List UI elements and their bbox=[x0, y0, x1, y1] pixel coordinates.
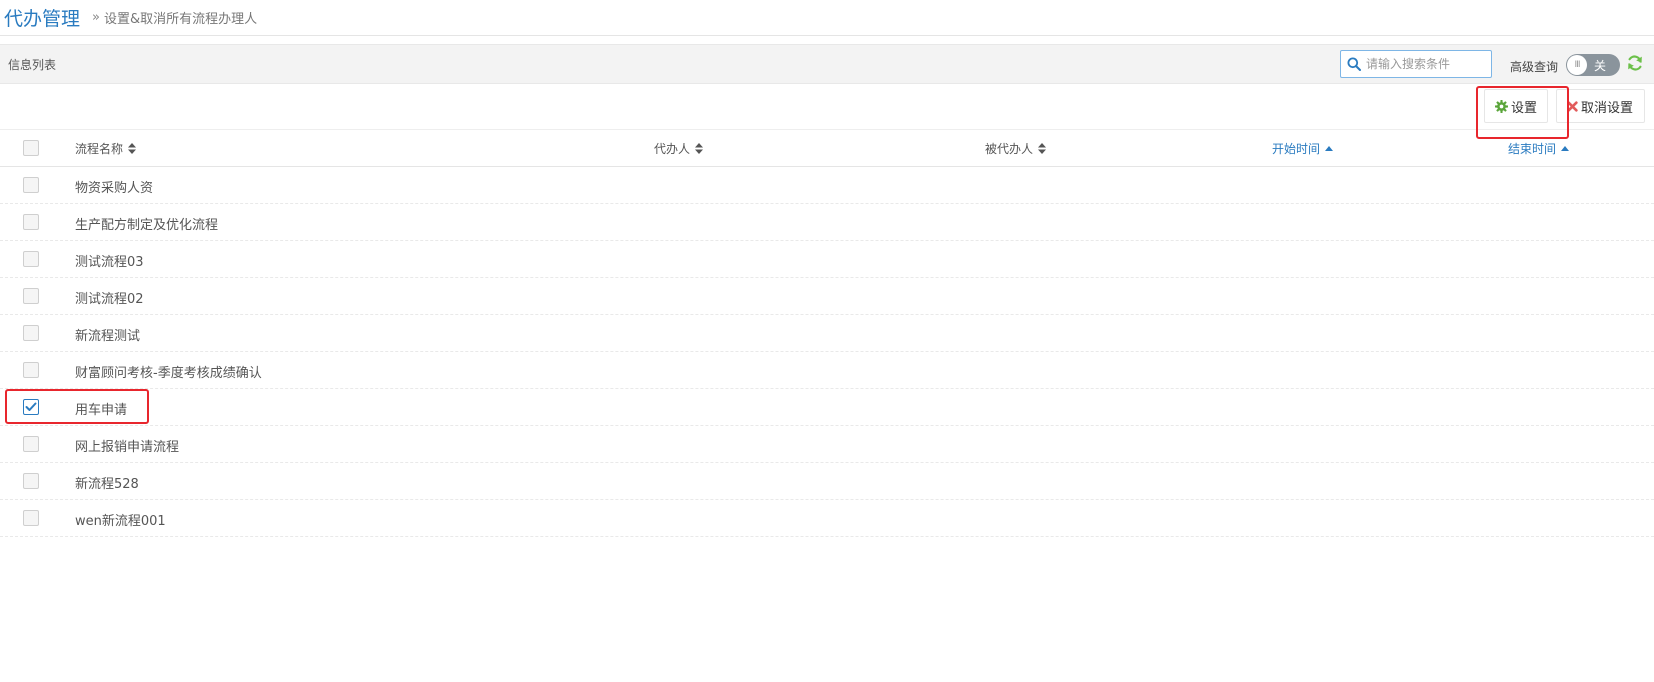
refresh-icon[interactable] bbox=[1626, 54, 1644, 72]
cancel-setting-button-label: 取消设置 bbox=[1581, 100, 1634, 116]
process-name: 用车申请 bbox=[75, 403, 128, 418]
row-checkbox[interactable] bbox=[23, 362, 39, 378]
close-icon bbox=[1567, 100, 1578, 112]
table-row[interactable]: 测试流程03 bbox=[0, 241, 1654, 278]
table-row[interactable]: 物资采购人资 bbox=[0, 167, 1654, 204]
table-row[interactable]: 新流程测试 bbox=[0, 315, 1654, 352]
column-label: 被代办人 bbox=[985, 142, 1034, 156]
column-header-start-time[interactable]: 开始时间 bbox=[1272, 140, 1334, 157]
set-button-label: 设置 bbox=[1511, 100, 1538, 116]
cancel-setting-button[interactable]: 取消设置 bbox=[1556, 89, 1645, 123]
row-checkbox[interactable] bbox=[23, 473, 39, 489]
column-label: 结束时间 bbox=[1508, 142, 1557, 156]
table-header: 流程名称 代办人 被代办人 开始时间 结束时间 bbox=[0, 130, 1654, 167]
column-header-process-name[interactable]: 流程名称 bbox=[75, 140, 137, 157]
search-box[interactable] bbox=[1340, 50, 1492, 78]
table-row[interactable]: 生产配方制定及优化流程 bbox=[0, 204, 1654, 241]
table-row-selected[interactable]: 用车申请 bbox=[0, 389, 1654, 426]
row-checkbox[interactable] bbox=[23, 177, 39, 193]
list-title: 信息列表 bbox=[8, 58, 57, 72]
row-checkbox[interactable] bbox=[23, 251, 39, 267]
breadcrumb-separator: » bbox=[92, 10, 100, 25]
process-name: 测试流程03 bbox=[75, 255, 144, 270]
sort-asc-icon bbox=[1561, 145, 1570, 151]
advanced-query-label: 高级查询 bbox=[1510, 60, 1559, 74]
row-checkbox[interactable] bbox=[23, 288, 39, 304]
row-checkbox[interactable] bbox=[23, 214, 39, 230]
column-header-agent[interactable]: 代办人 bbox=[654, 140, 704, 157]
sort-icon bbox=[695, 143, 704, 154]
row-checkbox[interactable] bbox=[23, 325, 39, 341]
table-row[interactable]: wen新流程001 bbox=[0, 500, 1654, 537]
process-name: wen新流程001 bbox=[75, 514, 166, 529]
column-label: 流程名称 bbox=[75, 142, 124, 156]
gear-icon bbox=[1495, 99, 1508, 113]
row-checkbox[interactable] bbox=[23, 436, 39, 452]
toggle-state-label: 关 bbox=[1594, 59, 1607, 73]
column-label: 代办人 bbox=[654, 142, 691, 156]
sort-icon bbox=[128, 143, 137, 154]
column-header-principal[interactable]: 被代办人 bbox=[985, 140, 1047, 157]
page-title: 代办管理 bbox=[4, 8, 81, 30]
sort-icon bbox=[1038, 143, 1047, 154]
process-name: 测试流程02 bbox=[75, 292, 144, 307]
process-name: 网上报销申请流程 bbox=[75, 440, 180, 455]
checkmark-icon bbox=[25, 402, 37, 411]
row-checkbox-checked[interactable] bbox=[23, 399, 39, 415]
search-input[interactable] bbox=[1366, 57, 1486, 71]
process-name: 生产配方制定及优化流程 bbox=[75, 218, 219, 233]
sort-asc-icon bbox=[1325, 145, 1334, 151]
action-bar: 设置 取消设置 bbox=[0, 84, 1654, 130]
process-name: 物资采购人资 bbox=[75, 181, 154, 196]
table-row[interactable]: 测试流程02 bbox=[0, 278, 1654, 315]
process-name: 新流程528 bbox=[75, 477, 139, 492]
list-toolbar: 信息列表 高级查询 III 关 bbox=[0, 44, 1654, 84]
page-subtitle: 设置&取消所有流程办理人 bbox=[103, 12, 258, 27]
page-header: 代办管理 » 设置&取消所有流程办理人 bbox=[0, 0, 1654, 36]
table-row[interactable]: 网上报销申请流程 bbox=[0, 426, 1654, 463]
row-checkbox[interactable] bbox=[23, 510, 39, 526]
column-label: 开始时间 bbox=[1272, 142, 1321, 156]
toggle-knob: III bbox=[1567, 55, 1587, 75]
search-icon bbox=[1347, 57, 1361, 71]
column-header-end-time[interactable]: 结束时间 bbox=[1508, 140, 1570, 157]
table-row[interactable]: 财富顾问考核-季度考核成绩确认 bbox=[0, 352, 1654, 389]
table-row[interactable]: 新流程528 bbox=[0, 463, 1654, 500]
process-name: 财富顾问考核-季度考核成绩确认 bbox=[75, 366, 262, 381]
advanced-query-toggle[interactable]: III 关 bbox=[1566, 54, 1620, 76]
set-button[interactable]: 设置 bbox=[1484, 89, 1548, 123]
select-all-checkbox[interactable] bbox=[23, 140, 39, 156]
process-name: 新流程测试 bbox=[75, 329, 141, 344]
